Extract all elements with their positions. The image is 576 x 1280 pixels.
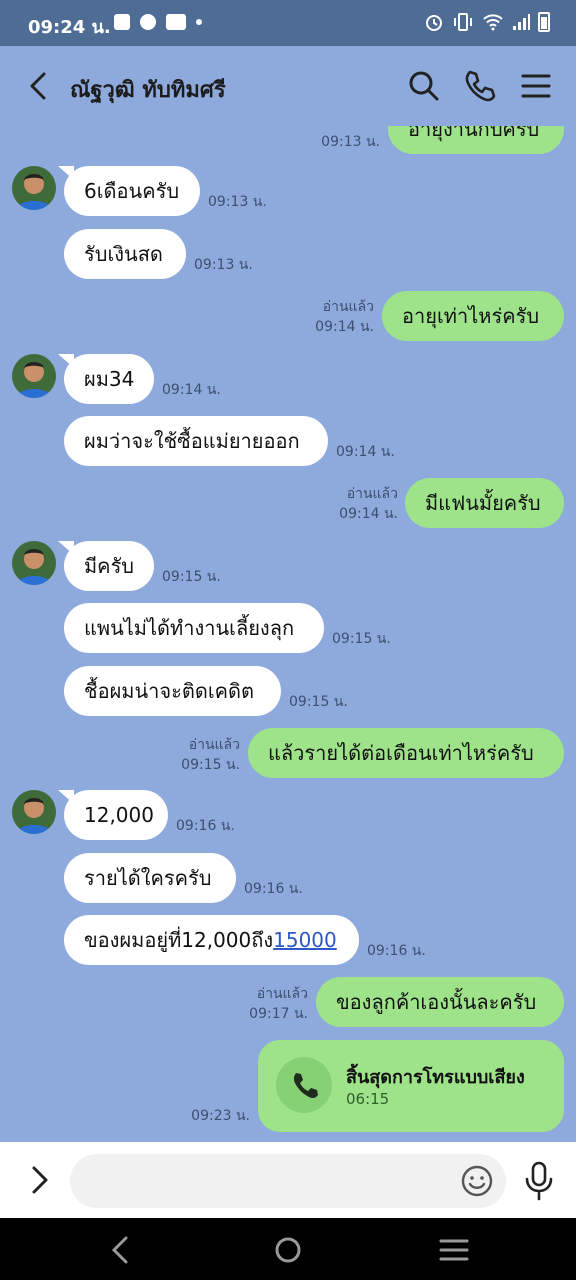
nav-home-icon[interactable]	[270, 1232, 306, 1268]
read-receipt: อ่านแล้ว	[256, 986, 308, 1002]
search-icon[interactable]	[406, 68, 442, 104]
message-bubble-incoming[interactable]: รับเงินสด	[64, 229, 186, 279]
message-time: 09:15 น.	[162, 569, 221, 585]
message-bubble-incoming[interactable]: แพนไม่ได้ทำงานเลี้ยงลุก	[64, 603, 324, 653]
chevron-right-icon[interactable]	[24, 1162, 54, 1198]
message-time: 09:16 น.	[176, 818, 235, 834]
read-receipt: อ่านแล้ว	[188, 737, 240, 753]
message-bubble-outgoing[interactable]: มีแฟนมั้ยครับ	[405, 478, 564, 528]
read-receipt: อ่านแล้ว	[346, 486, 398, 502]
message-time: 09:17 น.	[249, 1006, 308, 1022]
message-bubble-incoming[interactable]: รายได้ใครครับ	[64, 853, 236, 903]
signal-icon	[513, 14, 530, 30]
call-duration: 06:15	[346, 1090, 390, 1108]
avatar[interactable]	[12, 790, 56, 834]
more-dot-icon	[196, 19, 202, 25]
message-bubble-incoming[interactable]: ผมว่าจะใช้ซื้อแม่ยายออก	[64, 416, 328, 466]
message-time: 09:14 น.	[339, 506, 398, 522]
message-bubble-incoming[interactable]: 12,000	[64, 790, 168, 840]
message-bubble-outgoing[interactable]: ของลูกค้าเองนั้นละครับ	[316, 977, 564, 1027]
notification-icons	[114, 14, 202, 30]
message-bubble-outgoing[interactable]: อายุเท่าไหร่ครับ	[382, 291, 564, 341]
avatar[interactable]	[12, 166, 56, 210]
alarm-icon	[426, 15, 442, 31]
status-bar: 09:24 น.	[0, 0, 576, 46]
nav-recents-icon[interactable]	[436, 1232, 472, 1268]
message-bubble-incoming[interactable]: ของผมอยู่ที่12,000ถึง15000	[64, 915, 359, 965]
wifi-icon	[483, 14, 503, 31]
message-time: 09:16 น.	[244, 881, 303, 897]
message-time: 09:15 น.	[181, 757, 240, 773]
message-time: 09:14 น.	[315, 319, 374, 335]
system-icons	[424, 12, 550, 32]
message-time: 09:23 น.	[191, 1108, 250, 1124]
chat-header: ณัฐวุฒิ ทับทิมศรี	[0, 46, 576, 126]
message-text: ของผมอยู่ที่12,000ถึง	[84, 928, 274, 952]
nav-back-icon[interactable]	[104, 1232, 140, 1268]
message-input[interactable]	[70, 1154, 506, 1208]
status-time: 09:24 น.	[28, 17, 111, 38]
message-time: 09:13 น.	[208, 194, 267, 210]
menu-icon[interactable]	[518, 68, 554, 104]
call-ended-bubble[interactable]: สิ้นสุดการโทรแบบเสียง 06:15	[258, 1040, 564, 1132]
battery-icon	[538, 12, 550, 32]
message-time: 09:15 น.	[332, 631, 391, 647]
chat-title: ณัฐวุฒิ ทับทิมศรี	[70, 78, 226, 103]
shopee-icon	[114, 14, 130, 30]
message-time: 09:14 น.	[162, 382, 221, 398]
back-icon[interactable]	[24, 68, 56, 104]
message-time: 09:15 น.	[289, 694, 348, 710]
message-bubble-incoming[interactable]: ผม34	[64, 354, 154, 404]
call-title: สิ้นสุดการโทรแบบเสียง	[346, 1067, 525, 1088]
message-bubble-incoming[interactable]: ชื้อผมน่าจะติดเคดิต	[64, 666, 281, 716]
emoji-icon[interactable]	[460, 1164, 494, 1198]
mic-icon[interactable]	[522, 1160, 556, 1202]
phone-icon[interactable]	[462, 68, 498, 104]
message-time: 09:13 น.	[321, 134, 380, 150]
avatar[interactable]	[12, 541, 56, 585]
message-bubble-outgoing[interactable]: อายุงานกี่ปีครับ	[388, 126, 564, 154]
chat-area[interactable]: อายุงานกี่ปีครับ 09:13 น. 6เดือนครับ 09:…	[0, 126, 576, 1142]
message-time: 09:16 น.	[367, 943, 426, 959]
system-nav-bar	[0, 1218, 576, 1280]
input-bar	[0, 1142, 576, 1218]
message-time: 09:14 น.	[336, 444, 395, 460]
line-icon	[140, 14, 156, 30]
avatar[interactable]	[12, 354, 56, 398]
message-time: 09:13 น.	[194, 257, 253, 273]
read-receipt: อ่านแล้ว	[322, 299, 374, 315]
youtube-icon	[166, 14, 186, 30]
message-bubble-incoming[interactable]: 6เดือนครับ	[64, 166, 200, 216]
message-link[interactable]: 15000	[273, 928, 337, 952]
phone-icon	[276, 1057, 332, 1113]
message-bubble-outgoing[interactable]: แล้วรายได้ต่อเดือนเท่าไหร่ครับ	[248, 728, 564, 778]
message-bubble-incoming[interactable]: มีครับ	[64, 541, 154, 591]
vibrate-icon	[454, 13, 472, 31]
